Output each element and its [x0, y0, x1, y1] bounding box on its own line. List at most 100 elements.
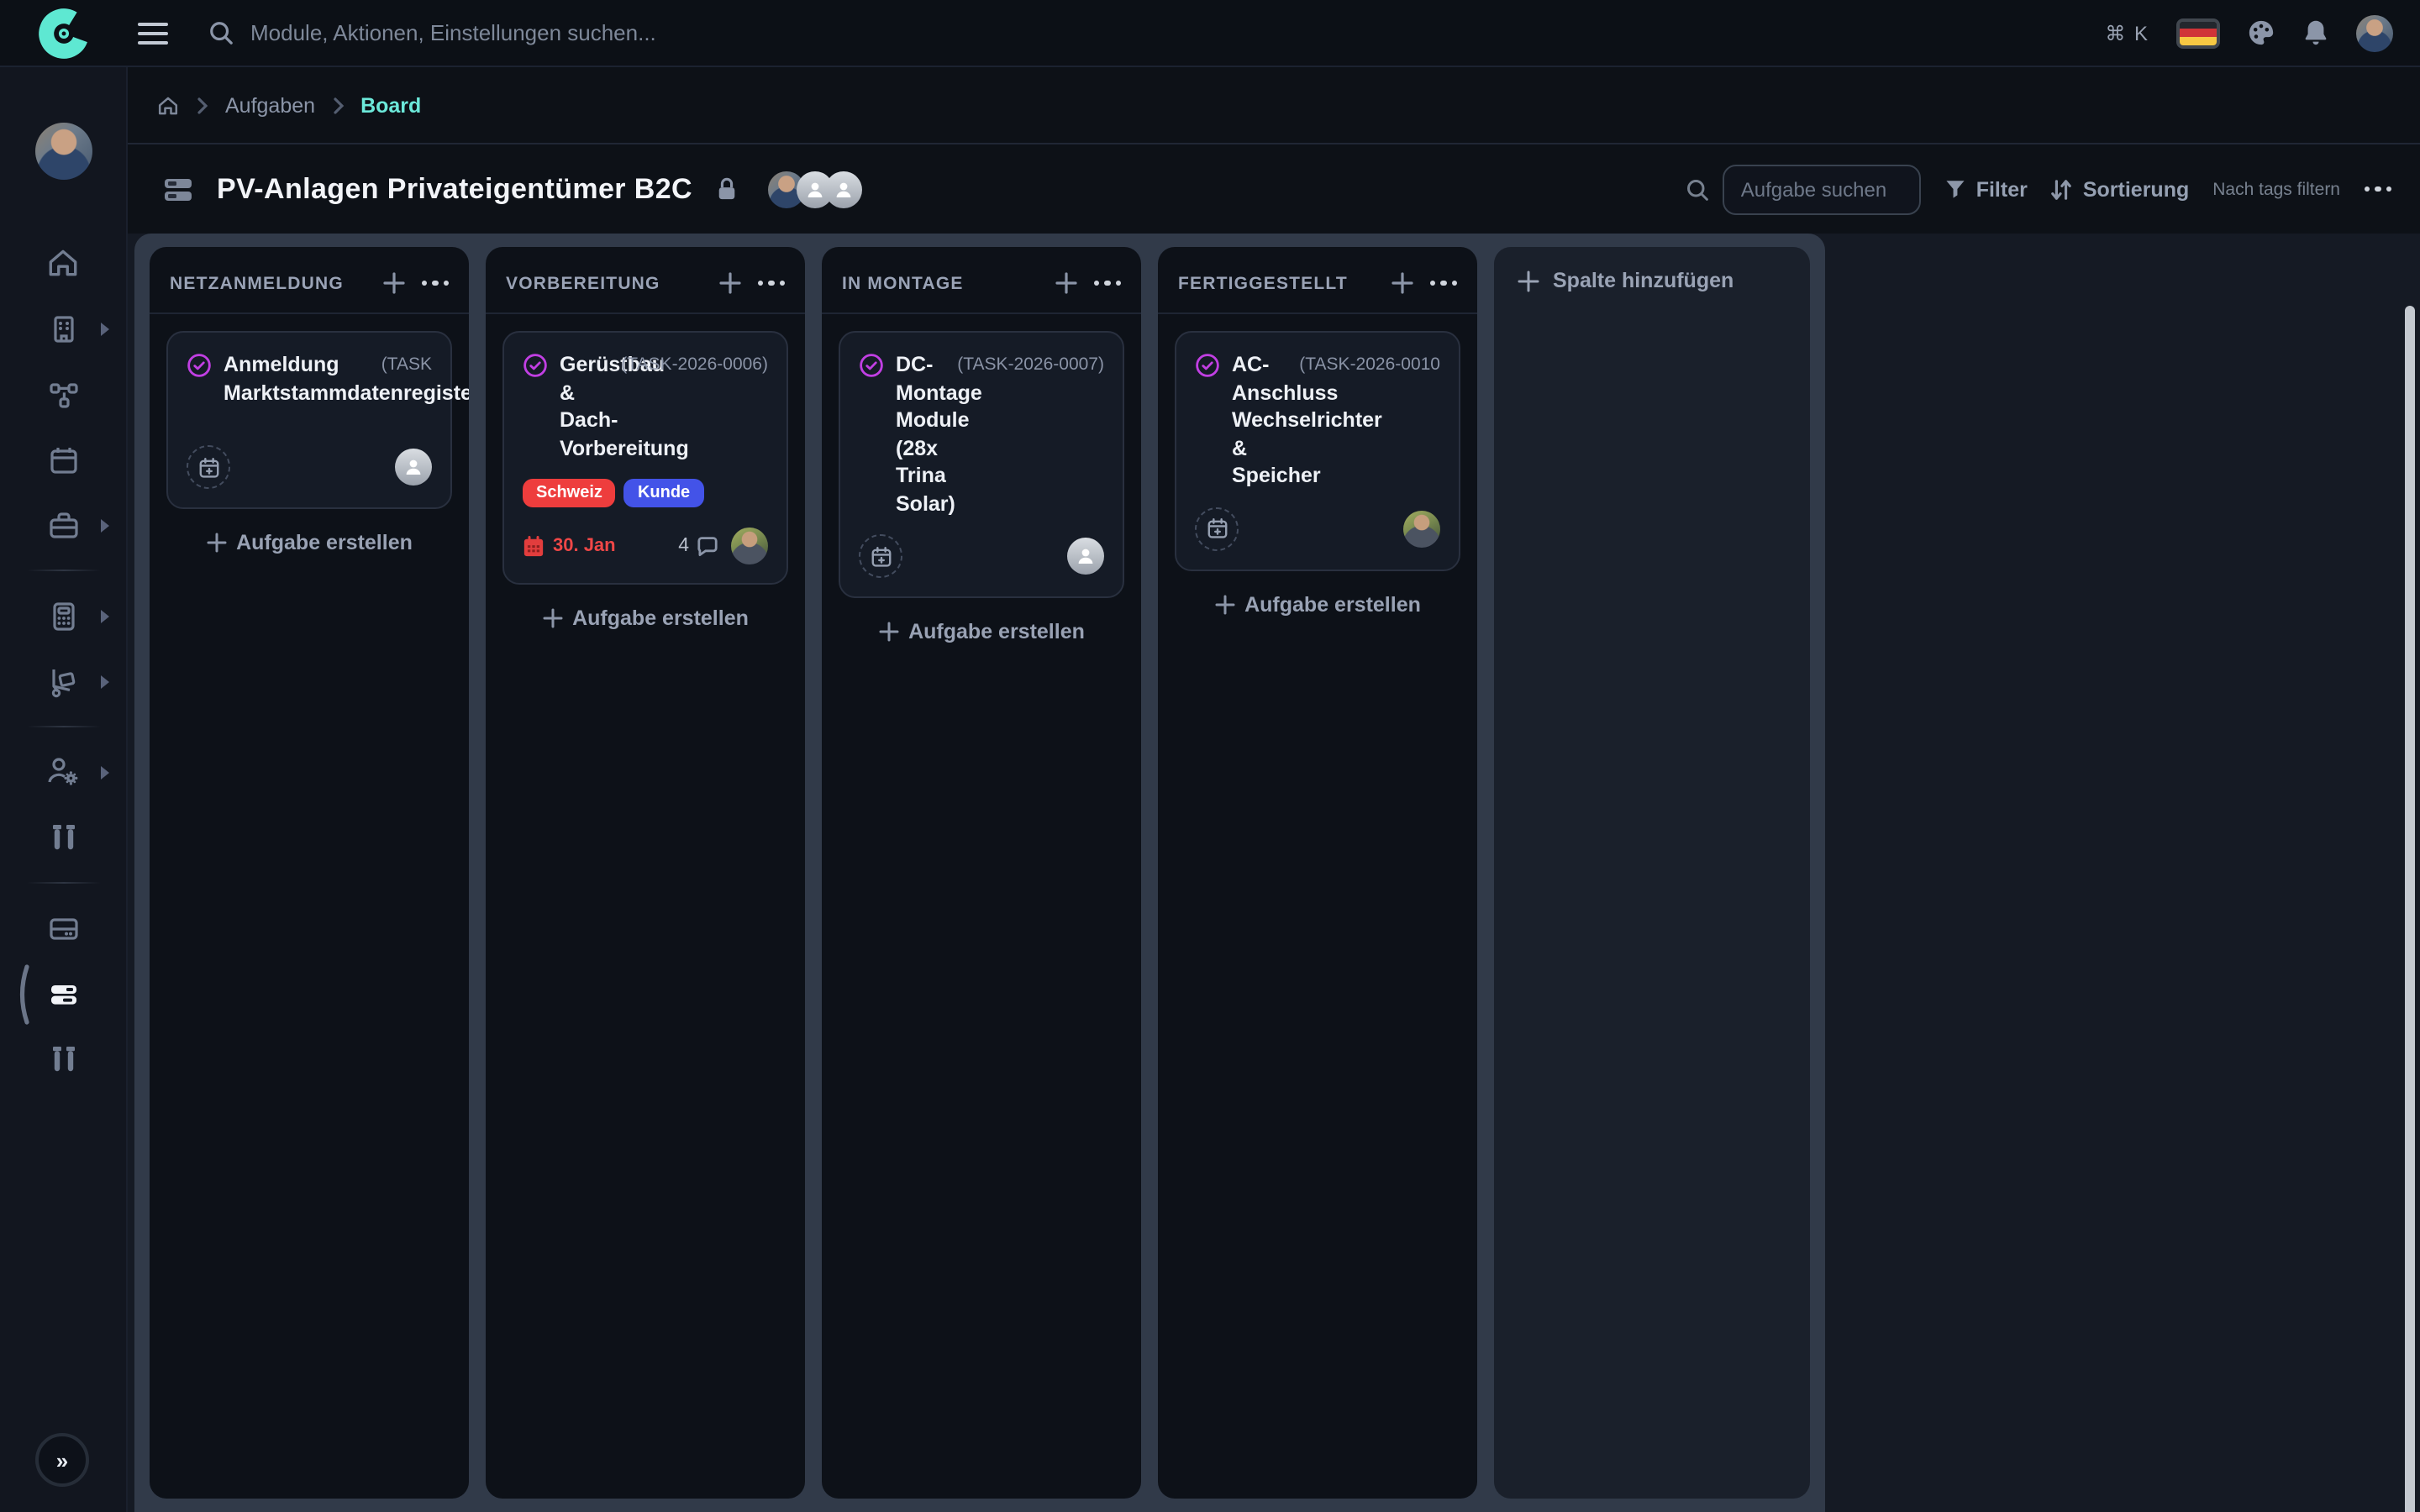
- chevron-right-icon: [99, 608, 111, 623]
- user-gear-icon: [45, 754, 81, 790]
- check-circle-icon[interactable]: [859, 353, 884, 378]
- chevron-right-icon: [99, 674, 111, 689]
- assignee-avatar-placeholder[interactable]: [1067, 538, 1104, 575]
- column-title: VORBEREITUNG: [506, 273, 718, 293]
- task-search-input[interactable]: [1723, 164, 1921, 214]
- tags-filter-button[interactable]: Nach tags filtern: [2212, 179, 2340, 199]
- sidebar-item-home[interactable]: [0, 230, 126, 296]
- sidebar-item-finance[interactable]: [0, 583, 126, 648]
- check-circle-icon[interactable]: [1195, 353, 1220, 378]
- bell-icon[interactable]: [2302, 18, 2329, 47]
- user-avatar[interactable]: [2356, 14, 2393, 51]
- member-avatar-placeholder[interactable]: [825, 171, 862, 207]
- board-area: NETZANMELDUNG: [128, 234, 2420, 1512]
- calendar-plus-icon: [870, 545, 892, 567]
- column-netzanmeldung: NETZANMELDUNG: [150, 247, 469, 1499]
- add-due-date-button[interactable]: [187, 445, 230, 489]
- briefcase-icon: [46, 508, 80, 542]
- sidebar-item-logistics[interactable]: [0, 648, 126, 714]
- check-circle-icon[interactable]: [187, 353, 212, 378]
- sidebar-divider: [26, 726, 100, 727]
- plus-icon: [206, 533, 226, 553]
- sidebar-item-calendar[interactable]: [0, 427, 126, 492]
- board-view-icon[interactable]: [163, 176, 193, 202]
- create-task-button[interactable]: Aufgabe erstellen: [1175, 570, 1460, 638]
- chevron-right-icon: [99, 764, 111, 780]
- check-circle-icon[interactable]: [523, 353, 548, 378]
- filter-button[interactable]: Filter: [1944, 177, 2028, 201]
- column-header: VORBEREITUNG: [486, 247, 805, 314]
- plus-icon: [1214, 594, 1234, 614]
- handtruck-icon: [46, 664, 80, 698]
- task-card[interactable]: Anmeldung Marktstammdatenregister (TASK: [166, 331, 452, 509]
- column-menu-button[interactable]: [757, 281, 785, 286]
- create-task-button[interactable]: Aufgabe erstellen: [166, 509, 452, 576]
- global-search-input[interactable]: [250, 20, 956, 45]
- home-icon[interactable]: [156, 93, 180, 117]
- toolbar-actions: Filter Sortierung Nach tags filtern: [1686, 164, 2391, 214]
- board-members[interactable]: [768, 171, 862, 207]
- language-flag-icon[interactable]: [2176, 18, 2220, 48]
- add-due-date-button[interactable]: [859, 534, 902, 578]
- add-task-icon[interactable]: [1391, 272, 1413, 294]
- task-card[interactable]: Gerüstbau & Dach-Vorbereitung (TASK-2026…: [502, 331, 788, 585]
- sidebar-item-user-management[interactable]: [0, 739, 126, 805]
- search-icon: [208, 20, 234, 45]
- chevron-right-icon: [332, 97, 344, 113]
- add-column-button[interactable]: Spalte hinzufügen: [1518, 269, 1786, 292]
- sidebar-item-lab[interactable]: [0, 805, 126, 870]
- create-task-label: Aufgabe erstellen: [572, 606, 749, 630]
- page-title: PV-Anlagen Privateigentümer B2C: [217, 172, 692, 206]
- add-task-icon[interactable]: [718, 272, 740, 294]
- menu-icon[interactable]: [128, 8, 178, 58]
- calendar-plus-icon: [1206, 517, 1228, 539]
- sort-button[interactable]: Sortierung: [2051, 177, 2189, 201]
- sort-arrows-icon: [2051, 177, 2073, 201]
- sidebar-item-projects[interactable]: [0, 492, 126, 558]
- profile-avatar[interactable]: [34, 123, 92, 180]
- task-card[interactable]: AC-Anschluss Wechselrichter & Speicher (…: [1175, 331, 1460, 570]
- app-logo[interactable]: [0, 4, 128, 61]
- assignee-avatar-placeholder[interactable]: [395, 449, 432, 486]
- sidebar-item-board-active[interactable]: [0, 961, 126, 1026]
- column-menu-button[interactable]: [1093, 281, 1121, 286]
- kanban-board: NETZANMELDUNG: [134, 234, 1825, 1512]
- filter-funnel-icon: [1944, 178, 1966, 200]
- create-task-label: Aufgabe erstellen: [236, 531, 413, 554]
- tag-kunde: Kunde: [624, 479, 703, 507]
- assignee-avatar[interactable]: [1403, 510, 1440, 547]
- assignee-avatar[interactable]: [731, 528, 768, 564]
- task-card[interactable]: DC-Montage Module (28x Trina Solar) (TAS…: [839, 331, 1124, 598]
- server-icon: [46, 911, 80, 945]
- create-task-button[interactable]: Aufgabe erstellen: [839, 598, 1124, 665]
- create-task-label: Aufgabe erstellen: [1244, 592, 1421, 616]
- sidebar-item-lab-2[interactable]: [0, 1026, 126, 1092]
- board-menu-button[interactable]: [2364, 186, 2391, 192]
- sidebar-nav: [0, 230, 126, 1092]
- add-task-icon[interactable]: [382, 272, 404, 294]
- column-in-montage: IN MONTAGE: [822, 247, 1141, 1499]
- due-date[interactable]: 30. Jan: [523, 535, 616, 557]
- sidebar-item-organization[interactable]: [0, 296, 126, 361]
- keyboard-shortcut: ⌘ K: [2105, 21, 2149, 45]
- sidebar-expand-button[interactable]: »: [35, 1433, 89, 1487]
- calendar-plus-icon: [197, 456, 219, 478]
- add-column-panel: Spalte hinzufügen: [1494, 247, 1810, 1499]
- plus-icon: [878, 622, 898, 642]
- column-title: IN MONTAGE: [842, 273, 1055, 293]
- chevron-right-icon: [99, 321, 111, 336]
- column-menu-button[interactable]: [421, 281, 449, 286]
- sidebar-item-network[interactable]: [0, 361, 126, 427]
- add-task-icon[interactable]: [1055, 272, 1076, 294]
- column-menu-button[interactable]: [1429, 281, 1457, 286]
- page-scrollbar[interactable]: [2405, 306, 2415, 1512]
- palette-icon[interactable]: [2247, 18, 2275, 47]
- comment-icon: [696, 535, 719, 557]
- filter-label: Filter: [1976, 177, 2028, 201]
- breadcrumb-board[interactable]: Board: [360, 93, 421, 117]
- task-title: Gerüstbau & Dach-Vorbereitung: [560, 351, 609, 462]
- create-task-button[interactable]: Aufgabe erstellen: [502, 585, 788, 652]
- breadcrumb-aufgaben[interactable]: Aufgaben: [225, 93, 315, 117]
- add-due-date-button[interactable]: [1195, 507, 1239, 550]
- sidebar-item-server[interactable]: [0, 895, 126, 961]
